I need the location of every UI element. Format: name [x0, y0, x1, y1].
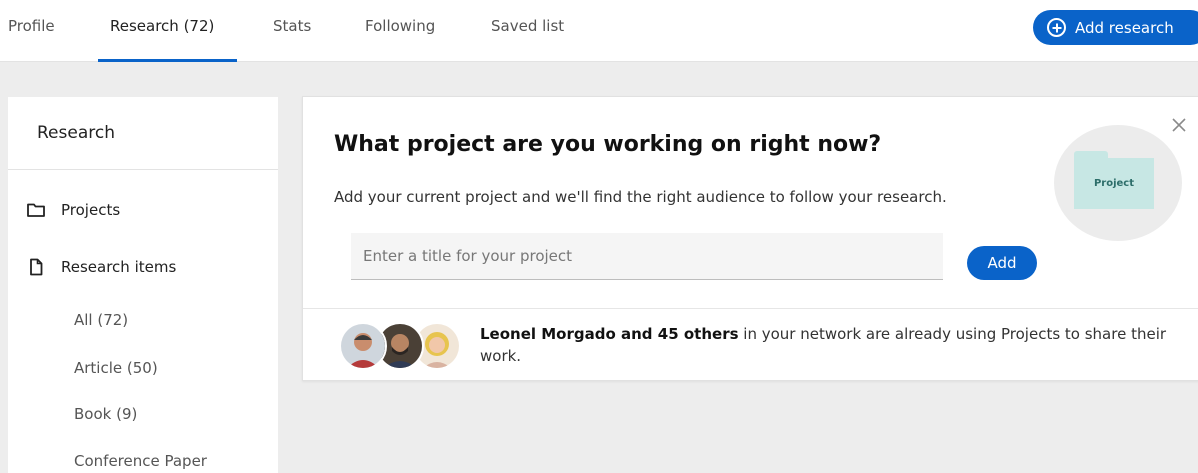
network-avatars — [339, 322, 464, 370]
add-research-button[interactable]: Add research — [1033, 10, 1198, 45]
top-navigation: Profile Research (72) Stats Following Sa… — [0, 0, 1198, 62]
project-prompt-card: What project are you working on right no… — [302, 96, 1198, 381]
project-illustration: Project — [1054, 125, 1182, 241]
sidebar-item-research-items[interactable]: Research items — [26, 257, 176, 277]
sidebar-item-label: Projects — [61, 201, 121, 219]
sidebar-item-label: Research items — [61, 258, 177, 276]
project-title-input[interactable] — [351, 233, 943, 280]
folder-icon — [26, 200, 46, 220]
project-folder-label: Project — [1074, 158, 1154, 209]
tab-following[interactable]: Following — [365, 17, 435, 35]
sidebar-subitem-all[interactable]: All (72) — [74, 311, 128, 329]
sidebar-divider — [8, 169, 278, 170]
avatar — [339, 322, 387, 370]
sidebar-subitem-book[interactable]: Book (9) — [74, 405, 137, 423]
tab-stats[interactable]: Stats — [273, 17, 311, 35]
add-research-label: Add research — [1075, 18, 1174, 37]
sidebar-subitem-article[interactable]: Article (50) — [74, 359, 158, 377]
plus-circle-icon — [1047, 18, 1066, 37]
tab-research[interactable]: Research (72) — [110, 17, 214, 35]
add-project-button[interactable]: Add — [967, 246, 1037, 280]
sidebar-item-projects[interactable]: Projects — [26, 200, 120, 220]
network-usage-message: Leonel Morgado and 45 others in your net… — [480, 323, 1170, 367]
tab-profile[interactable]: Profile — [8, 17, 55, 35]
network-highlight: Leonel Morgado and 45 others — [480, 325, 739, 343]
tab-saved-list[interactable]: Saved list — [491, 17, 564, 35]
research-sidebar: Research Projects Research items All (72… — [8, 97, 278, 473]
card-divider — [303, 308, 1198, 309]
sidebar-subitem-conference-paper[interactable]: Conference Paper — [74, 452, 207, 470]
document-icon — [26, 257, 46, 277]
sidebar-title: Research — [37, 123, 115, 143]
card-title: What project are you working on right no… — [334, 132, 882, 157]
close-icon[interactable] — [1169, 115, 1189, 135]
card-description: Add your current project and we'll find … — [334, 188, 947, 206]
active-tab-indicator — [98, 59, 237, 62]
